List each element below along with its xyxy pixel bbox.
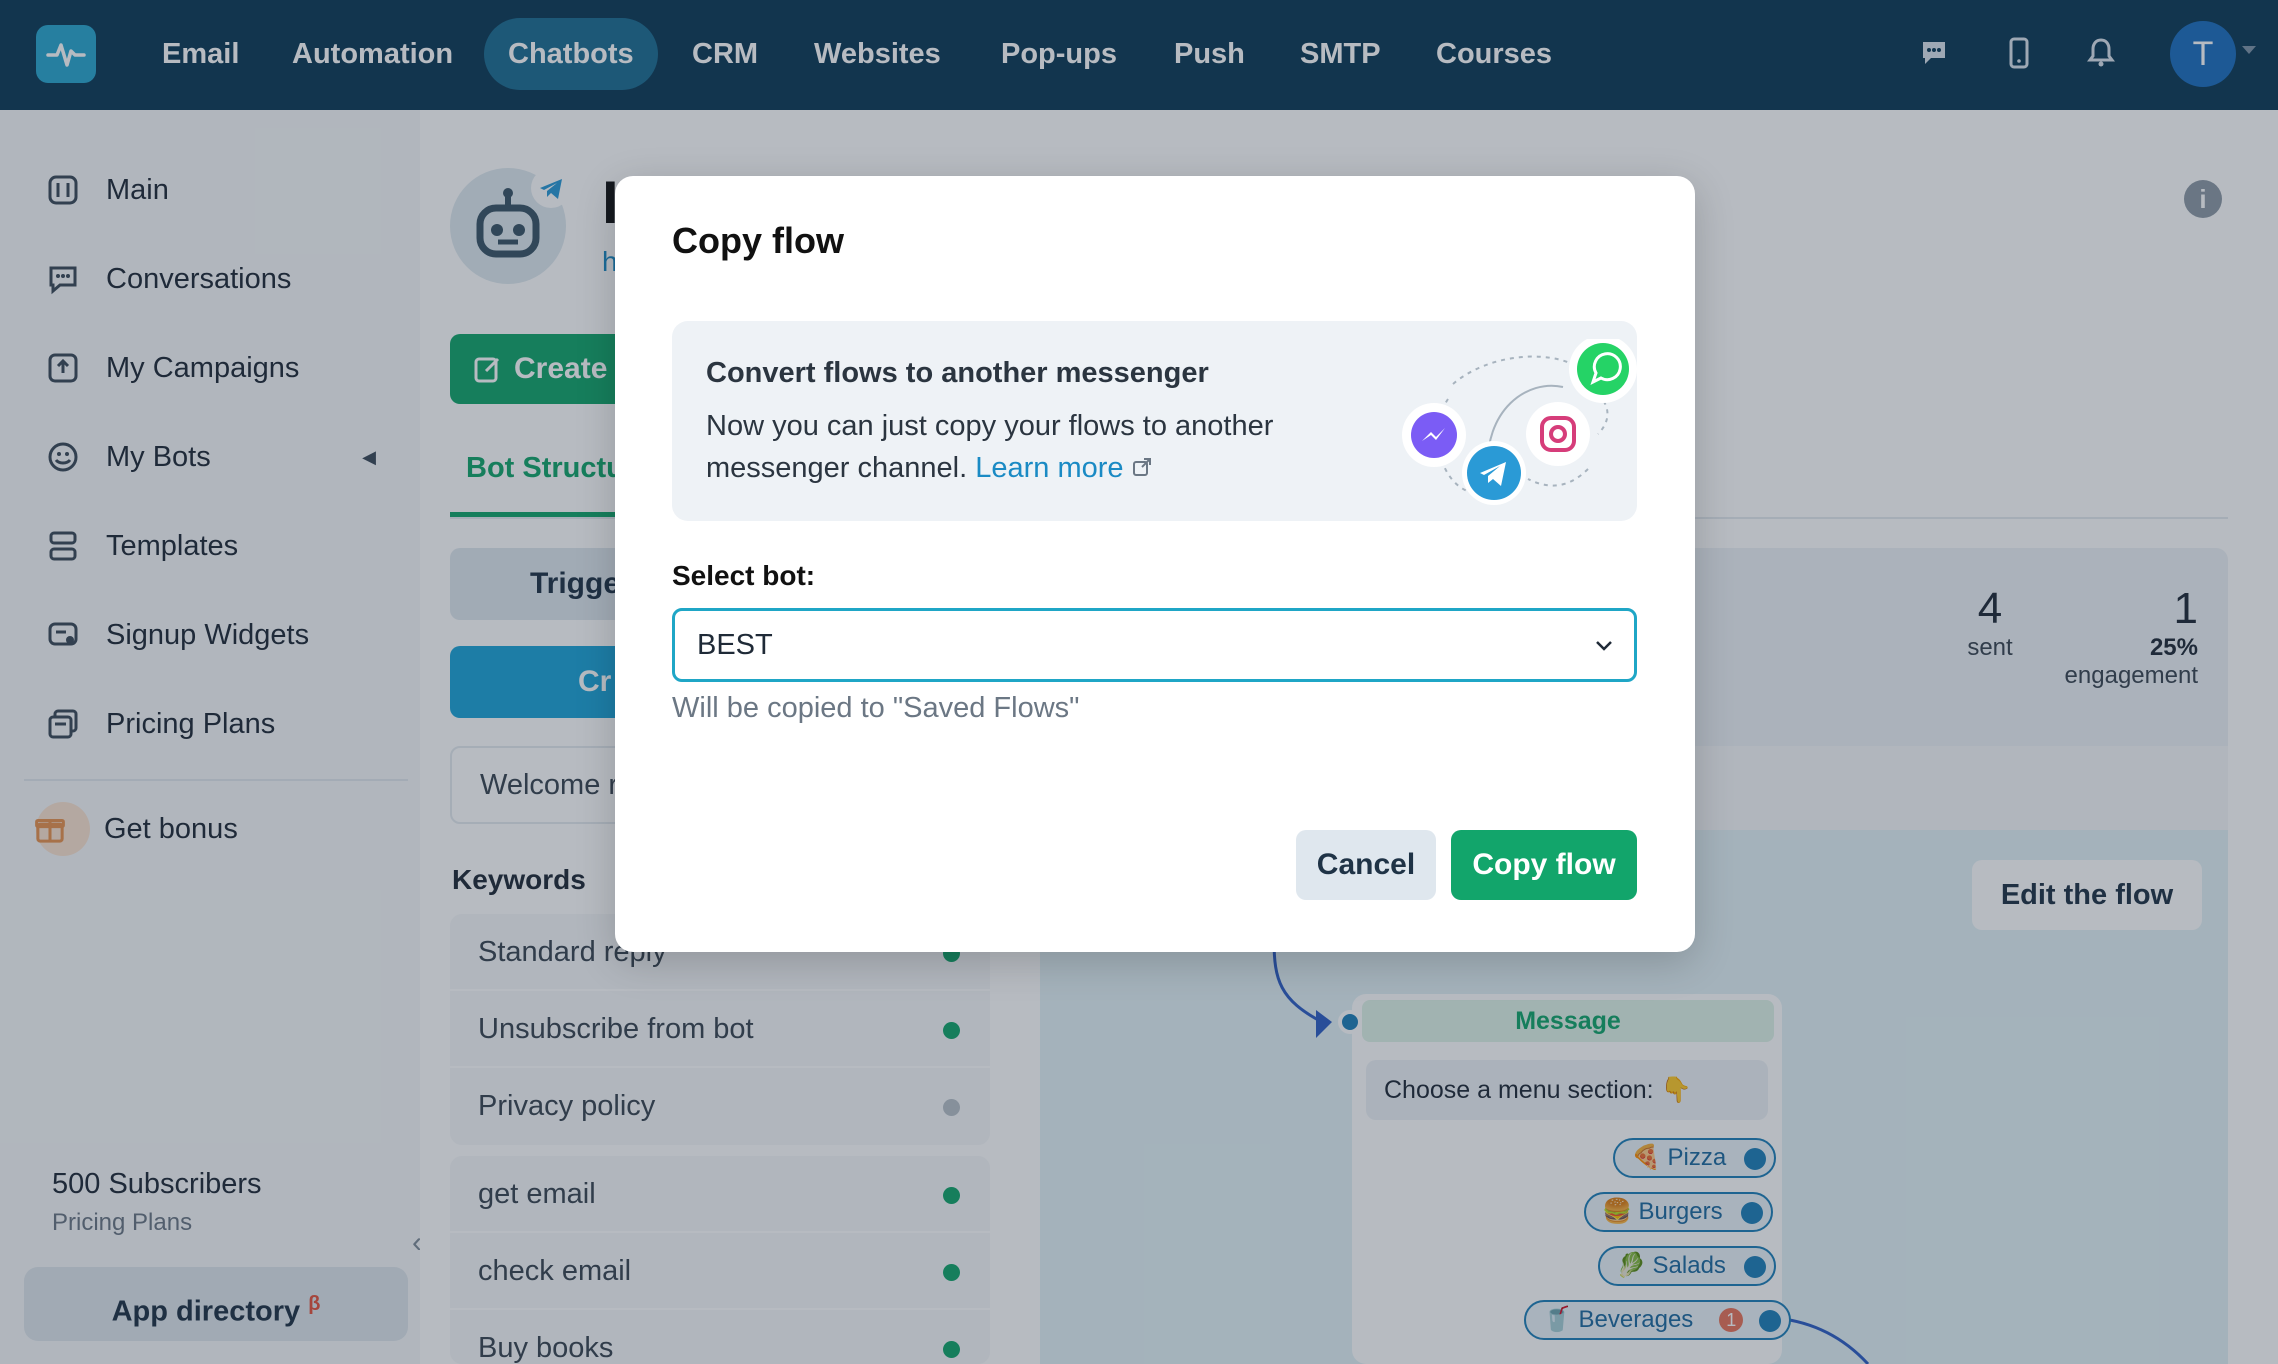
messenger-illustration xyxy=(1402,339,1637,505)
learn-more-label: Learn more xyxy=(975,452,1124,484)
select-bot-value: BEST xyxy=(697,629,773,661)
copy-flow-dialog: Copy flow Convert flows to another messe… xyxy=(615,176,1695,952)
instagram-icon xyxy=(1526,402,1590,466)
telegram-icon xyxy=(1462,441,1526,505)
promo-banner: Convert flows to another messenger Now y… xyxy=(672,321,1637,521)
whatsapp-icon xyxy=(1569,339,1637,403)
dialog-title: Copy flow xyxy=(672,220,844,261)
cancel-button[interactable]: Cancel xyxy=(1296,830,1436,900)
select-bot-label: Select bot: xyxy=(672,560,816,591)
promo-heading: Convert flows to another messenger xyxy=(706,357,1209,389)
external-link-icon xyxy=(1132,458,1151,476)
promo-text: Now you can just copy your flows to anot… xyxy=(706,405,1346,489)
learn-more-link[interactable]: Learn more xyxy=(975,452,1151,484)
messenger-icon xyxy=(1402,403,1466,467)
copy-destination-hint: Will be copied to "Saved Flows" xyxy=(672,692,1080,724)
select-bot-dropdown[interactable]: BEST xyxy=(672,608,1637,682)
copy-flow-button[interactable]: Copy flow xyxy=(1451,830,1637,900)
chevron-down-icon xyxy=(1596,641,1612,651)
